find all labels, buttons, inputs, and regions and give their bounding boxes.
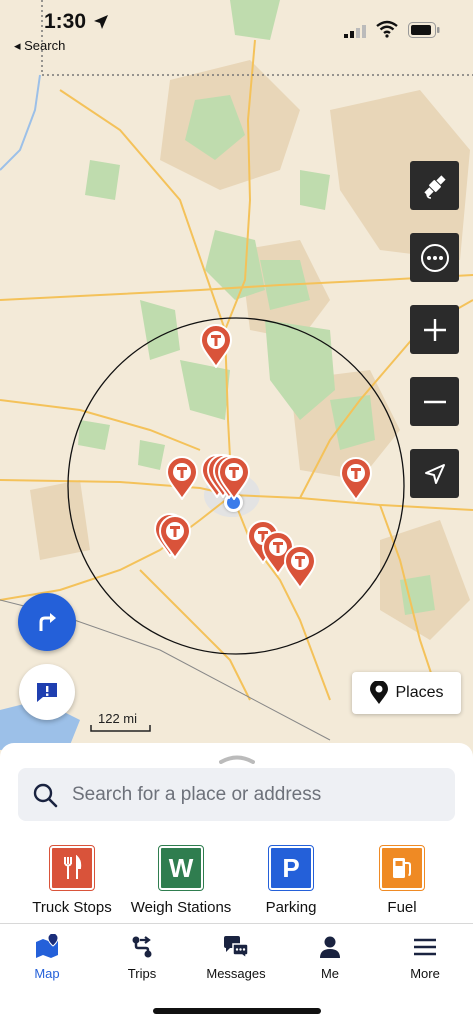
zoom-out-button[interactable]: [410, 377, 459, 426]
category-weigh-stations[interactable]: W Weigh Stations: [125, 845, 237, 916]
tab-map[interactable]: Map: [7, 934, 87, 981]
fork-knife-icon: [49, 845, 95, 891]
sheet-drag-handle[interactable]: [219, 754, 255, 764]
tab-label: Me: [320, 966, 340, 981]
truck-stop-pin[interactable]: [165, 456, 199, 500]
search-icon: [33, 783, 58, 807]
category-parking[interactable]: P Parking: [250, 845, 332, 916]
ellipsis-circle-icon: [420, 243, 449, 272]
wifi-icon: [376, 20, 398, 38]
tab-more[interactable]: More: [385, 934, 465, 981]
category-fuel[interactable]: Fuel: [362, 845, 442, 916]
plus-icon: [423, 318, 446, 341]
map-scale-bar: [90, 725, 151, 732]
status-time: 1:30: [44, 10, 87, 33]
search-placeholder: Search for a place or address: [72, 783, 322, 805]
report-issue-button[interactable]: [19, 664, 75, 720]
satellite-icon: [423, 174, 446, 199]
tab-label: Map: [34, 966, 60, 981]
location-arrow-icon: [94, 15, 108, 29]
turn-right-icon: [39, 613, 56, 631]
navigation-arrow-icon: [424, 463, 445, 484]
tab-label: More: [410, 966, 440, 981]
hamburger-icon: [414, 938, 436, 956]
feedback-icon: [37, 683, 57, 702]
fuel-pump-icon: [379, 845, 425, 891]
tab-trips[interactable]: Trips: [102, 934, 182, 981]
category-label: Fuel: [387, 899, 417, 916]
battery-icon: [408, 22, 440, 38]
category-label: Parking: [265, 899, 317, 916]
weigh-station-icon: W: [158, 845, 204, 891]
route-icon: [132, 936, 152, 958]
cellular-signal-icon: [344, 25, 366, 38]
tab-me[interactable]: Me: [290, 934, 370, 981]
places-label: Places: [395, 684, 444, 701]
category-truck-stops[interactable]: Truck Stops: [26, 845, 118, 916]
parking-icon: P: [268, 845, 314, 891]
minus-icon: [423, 400, 446, 403]
more-options-button[interactable]: [410, 233, 459, 282]
truck-stop-pin[interactable]: [339, 457, 373, 501]
category-label: Truck Stops: [32, 899, 112, 916]
tab-label: Messages: [206, 966, 266, 981]
places-button[interactable]: Places: [352, 672, 461, 714]
back-to-search-link[interactable]: ◂ Search: [14, 38, 65, 54]
truck-stop-pin[interactable]: [283, 545, 317, 589]
map-pin-icon: [36, 934, 59, 958]
tab-label: Trips: [127, 966, 157, 981]
tab-messages[interactable]: Messages: [196, 934, 276, 981]
directions-button[interactable]: [18, 593, 76, 651]
home-indicator: [153, 1008, 321, 1014]
chat-bubbles-icon: [224, 936, 249, 960]
location-pin-icon: [370, 681, 389, 704]
truck-stop-pin[interactable]: [217, 456, 251, 500]
truck-stop-pin[interactable]: [199, 324, 233, 368]
map-view[interactable]: 122 mi Places: [0, 0, 473, 790]
zoom-in-button[interactable]: [410, 305, 459, 354]
recenter-location-button[interactable]: [410, 449, 459, 498]
satellite-toggle-button[interactable]: [410, 161, 459, 210]
truck-stop-pin[interactable]: [158, 515, 192, 559]
status-bar: 1:30 ◂ Search: [0, 0, 473, 60]
search-bar[interactable]: Search for a place or address: [18, 768, 455, 821]
person-icon: [320, 936, 340, 958]
category-label: Weigh Stations: [130, 899, 232, 916]
